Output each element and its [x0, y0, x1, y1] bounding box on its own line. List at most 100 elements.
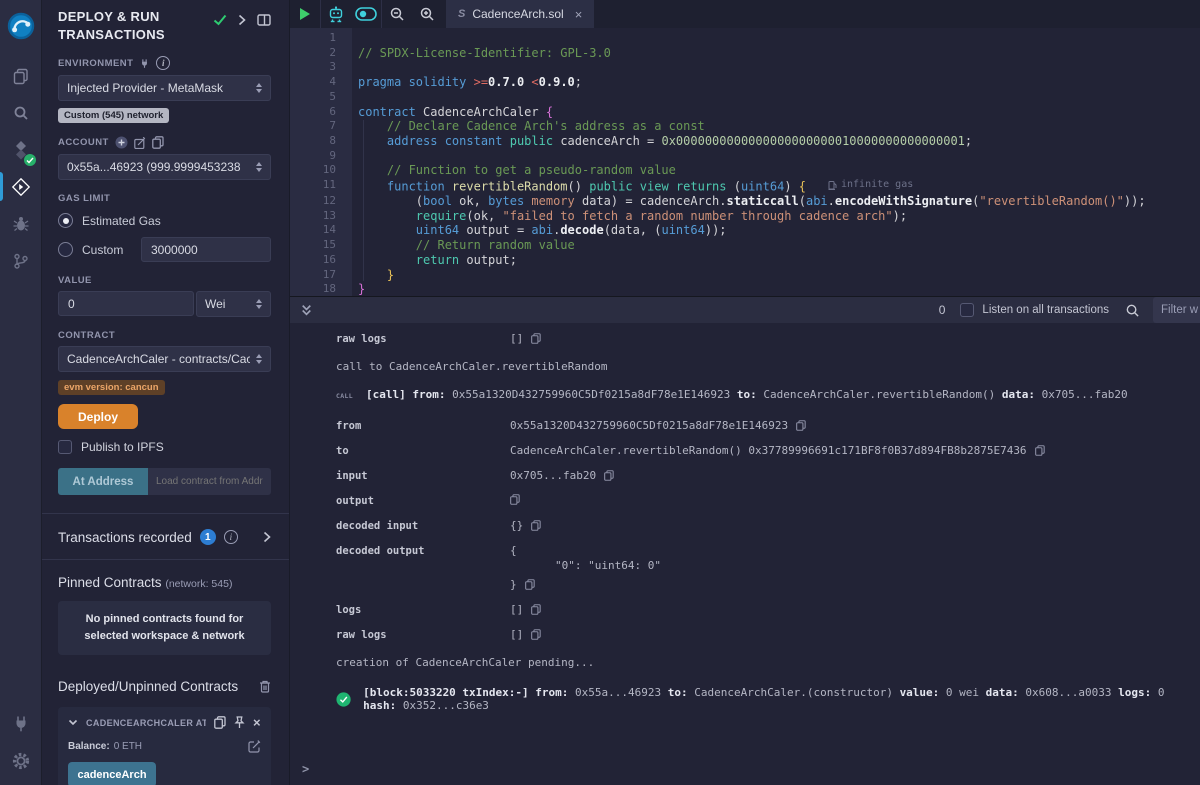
deployed-contracts-title: Deployed/Unpinned Contracts [58, 679, 238, 694]
icon-rail [0, 0, 42, 785]
environment-label: ENVIRONMENT [58, 58, 133, 69]
terminal-kv-row: output [336, 494, 1192, 507]
edit-icon[interactable] [248, 740, 261, 753]
contract-value: CadenceArchCaler - contracts/Cac [67, 352, 250, 366]
custom-gas-input[interactable] [141, 237, 271, 262]
code-text: } [336, 268, 394, 283]
log-key: logs [336, 603, 510, 616]
publish-ipfs-label: Publish to IPFS [81, 440, 164, 454]
copy-icon[interactable] [531, 604, 541, 615]
copy-icon[interactable] [531, 520, 541, 531]
log-value: [] [510, 628, 541, 641]
code-line: 18} [290, 282, 1200, 296]
evm-version-badge: evm version: cancun [58, 380, 165, 395]
solidity-compiler-icon[interactable] [0, 131, 42, 168]
chevron-down-icon[interactable] [68, 719, 78, 726]
zoom-out-icon[interactable] [382, 0, 412, 28]
log-key: raw logs [336, 628, 510, 641]
copilot-toggle-icon[interactable] [351, 0, 381, 28]
code-text: address constant public cadenceArch = 0x… [336, 134, 972, 149]
ai-assistant-button[interactable] [321, 0, 351, 28]
terminal-kv-row: raw logs[] [336, 628, 1192, 641]
at-address-input[interactable] [148, 468, 271, 495]
deploy-button[interactable]: Deploy [58, 404, 138, 429]
close-tab-icon[interactable]: × [575, 7, 583, 22]
search-icon[interactable] [0, 94, 42, 131]
editor-topbar: S CadenceArch.sol × [290, 0, 1200, 28]
log-key: input [336, 469, 510, 482]
zoom-in-icon[interactable] [412, 0, 442, 28]
account-select[interactable]: 0x55a...46923 (999.9999453238 [58, 154, 271, 180]
log-value: {"0": "uint64: 0"} [510, 544, 661, 591]
chevron-updown-icon [256, 299, 262, 309]
chevron-right-icon[interactable] [263, 531, 271, 543]
code-editor[interactable]: 12// SPDX-License-Identifier: GPL-3.034p… [290, 28, 1200, 296]
log-key: raw logs [336, 332, 510, 345]
copy-icon[interactable] [214, 716, 226, 729]
plug-icon[interactable] [139, 58, 150, 69]
code-line: 1 [290, 31, 1200, 46]
copy-icon[interactable] [531, 333, 541, 344]
panel-pin-view-icon[interactable] [257, 14, 271, 26]
environment-select[interactable]: Injected Provider - MetaMask [58, 75, 271, 101]
cadencearch-function-button[interactable]: cadenceArch [68, 762, 156, 785]
environment-info-icon[interactable]: i [156, 56, 170, 70]
copy-icon[interactable] [1035, 445, 1045, 456]
call-tag: CALL [336, 388, 357, 401]
deploy-and-run-icon[interactable] [0, 168, 42, 205]
play-icon [300, 8, 310, 20]
value-unit-select[interactable]: Wei [196, 291, 271, 317]
transactions-info-icon[interactable]: i [224, 530, 238, 544]
copy-icon[interactable] [510, 494, 520, 505]
at-address-button[interactable]: At Address [58, 468, 148, 495]
custom-gas-radio[interactable] [58, 242, 73, 257]
trash-icon[interactable] [259, 680, 271, 693]
log-key: to [336, 444, 510, 457]
pinned-network-label: (network: 545) [165, 578, 232, 590]
add-account-icon[interactable] [115, 136, 128, 149]
tab-label: CadenceArch.sol [472, 7, 563, 21]
publish-ipfs-checkbox[interactable] [58, 440, 72, 454]
copy-account-icon[interactable] [152, 136, 164, 149]
code-lines: 12// SPDX-License-Identifier: GPL-3.034p… [290, 31, 1200, 296]
gas-estimate-hint: infinite gas [828, 178, 913, 193]
debugger-icon[interactable] [0, 205, 42, 242]
divider [42, 559, 289, 560]
value-input[interactable] [58, 291, 194, 316]
terminal-log[interactable]: raw logs[]call to CadenceArchCaler.rever… [290, 323, 1200, 785]
estimated-gas-radio[interactable] [58, 213, 73, 228]
code-text: pragma solidity >=0.7.0 <0.9.0; [336, 75, 582, 90]
sign-message-icon[interactable] [134, 137, 146, 149]
terminal-block-row[interactable]: [block:5033220 txIndex:-] from: 0x55a...… [336, 686, 1192, 712]
code-text: require(ok, "failed to fetch a random nu… [336, 209, 907, 224]
tab-cadencearch-sol[interactable]: S CadenceArch.sol × [446, 0, 594, 28]
line-number: 18 [290, 282, 336, 296]
terminal-prompt[interactable]: > [302, 762, 309, 776]
pin-icon[interactable] [234, 716, 245, 729]
copy-icon[interactable] [796, 420, 806, 431]
terminal-call-row[interactable]: CALL[call] from: 0x55a1320D432759960C5Df… [336, 388, 1192, 401]
pending-tx-count: 0 [939, 303, 946, 317]
terminal-message: call to CadenceArchCaler.revertibleRando… [336, 360, 1192, 373]
copy-icon[interactable] [525, 579, 535, 590]
remix-logo-icon[interactable] [0, 5, 42, 47]
close-icon[interactable]: × [253, 716, 261, 729]
run-script-button[interactable] [290, 0, 320, 28]
copy-icon[interactable] [604, 470, 614, 481]
balance-label: Balance: [68, 741, 110, 752]
plugin-manager-icon[interactable] [0, 705, 42, 742]
panel-expand-icon[interactable] [238, 14, 246, 26]
panel-title: DEPLOY & RUN TRANSACTIONS [58, 8, 210, 43]
collapse-terminal-icon[interactable] [300, 304, 313, 317]
terminal-kv-row: from0x55a1320D432759960C5Df0215a8dF78e1E… [336, 419, 1192, 432]
terminal-search-icon[interactable] [1125, 303, 1140, 318]
settings-icon[interactable] [0, 742, 42, 779]
listen-all-transactions-checkbox[interactable] [960, 303, 974, 317]
copy-icon[interactable] [531, 629, 541, 640]
file-explorer-icon[interactable] [0, 57, 42, 94]
transactions-recorded-row[interactable]: Transactions recorded 1 i [58, 514, 271, 559]
terminal-filter-input[interactable] [1153, 297, 1200, 323]
line-number: 1 [290, 31, 336, 46]
git-icon[interactable] [0, 242, 42, 279]
contract-select[interactable]: CadenceArchCaler - contracts/Cac [58, 346, 271, 372]
